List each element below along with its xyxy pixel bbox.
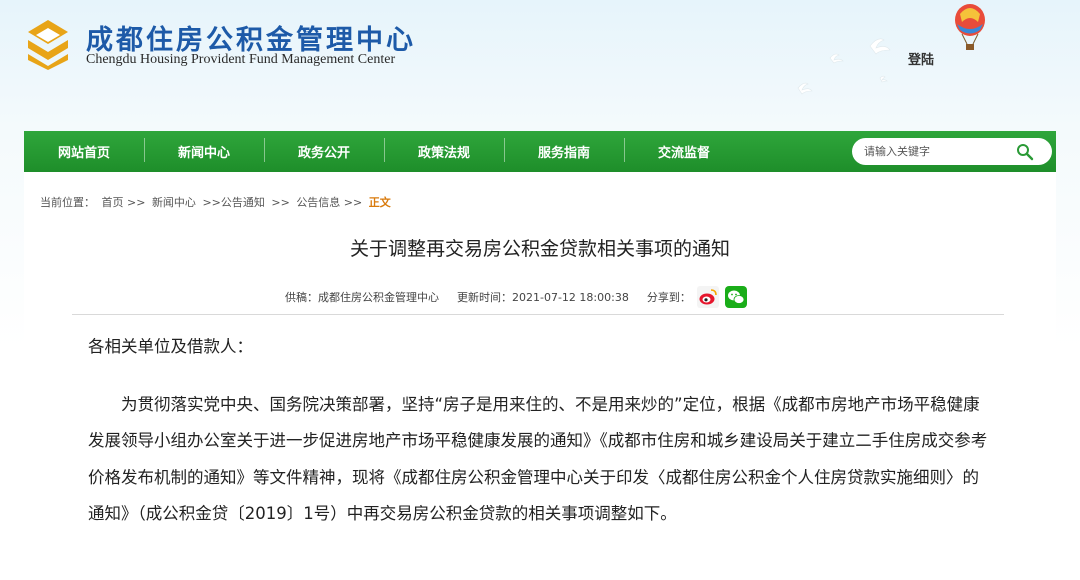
doves-icon	[797, 38, 891, 95]
share-label: 分享到：	[646, 291, 691, 304]
divider	[72, 314, 1004, 315]
article-meta: 供稿：成都住房公积金管理中心 更新时间：2021-07-12 18:00:38 …	[285, 286, 747, 308]
breadcrumb-home[interactable]: 首页 >>	[102, 196, 146, 209]
nav-item-policies[interactable]: 政策法规	[384, 138, 504, 162]
article-body: 各相关单位及借款人： 为贯彻落实党中央、国务院决策部署，坚持“房子是用来住的、不…	[88, 329, 988, 533]
wechat-icon[interactable]	[724, 286, 747, 308]
balloon-icon	[955, 4, 985, 50]
article-title: 关于调整再交易房公积金贷款相关事项的通知	[349, 238, 730, 260]
article-salutation: 各相关单位及借款人：	[88, 337, 253, 356]
nav-item-government-affairs[interactable]: 政务公开	[264, 138, 384, 162]
logo-icon[interactable]	[22, 18, 74, 70]
breadcrumb: 当前位置： 首页 >> 新闻中心 >>公告通知 >> 公告信息 >> 正文	[40, 194, 391, 210]
main-nav: 网站首页 新闻中心 政务公开 政策法规 服务指南 交流监督	[24, 131, 1056, 172]
nav-item-news[interactable]: 新闻中心	[144, 138, 264, 162]
search-input[interactable]	[852, 140, 1002, 163]
site-header: 成都住房公积金管理中心 Chengdu Housing Provident Fu…	[0, 0, 1080, 130]
search-box	[852, 138, 1052, 165]
article-paragraph: 为贯彻落实党中央、国务院决策部署，坚持“房子是用来住的、不是用来炒的”定位，根据…	[88, 394, 988, 524]
login-link[interactable]: 登陆	[908, 49, 934, 68]
nav-item-feedback[interactable]: 交流监督	[624, 138, 744, 162]
breadcrumb-prefix: 当前位置：	[40, 196, 95, 209]
breadcrumb-announcements[interactable]: 公告信息 >>	[296, 196, 362, 209]
main-content: 当前位置： 首页 >> 新闻中心 >>公告通知 >> 公告信息 >> 正文 关于…	[24, 172, 1056, 580]
weibo-icon[interactable]	[696, 286, 719, 308]
breadcrumb-news[interactable]: 新闻中心	[152, 196, 196, 209]
article-updated: 更新时间：2021-07-12 18:00:38	[457, 291, 629, 304]
article-source: 供稿：成都住房公积金管理中心	[285, 291, 439, 304]
breadcrumb-notices[interactable]: >>公告通知	[202, 196, 264, 209]
site-title-en: Chengdu Housing Provident Fund Managemen…	[86, 52, 396, 67]
nav-item-service-guide[interactable]: 服务指南	[504, 138, 624, 162]
search-icon[interactable]	[1016, 143, 1034, 161]
nav-item-home[interactable]: 网站首页	[24, 142, 144, 161]
breadcrumb-current: 正文	[368, 196, 391, 209]
breadcrumb-separator: >>	[271, 196, 290, 209]
